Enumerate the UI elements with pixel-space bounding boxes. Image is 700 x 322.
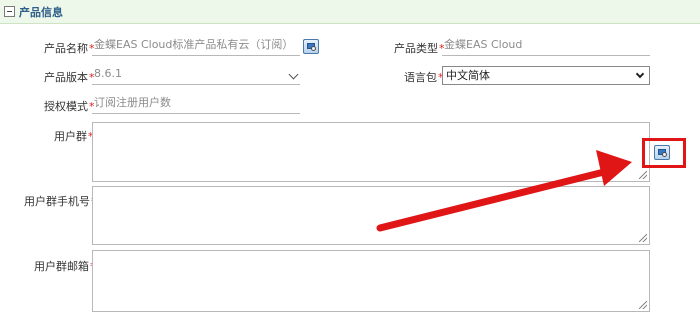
product-version-select[interactable]: 8.6.1: [92, 65, 300, 85]
resize-grip-icon[interactable]: [639, 301, 647, 309]
user-group-phone-label: 用户群手机号*: [24, 195, 97, 208]
product-name-value: 金蝶EAS Cloud标准产品私有云（订阅）: [94, 38, 294, 51]
product-name-label: 产品名称*: [44, 42, 95, 55]
user-group-label: 用户群*: [54, 130, 94, 143]
picker-dot: [311, 46, 316, 51]
minus-square-icon[interactable]: [4, 6, 15, 17]
user-group-email-label: 用户群邮箱*: [34, 260, 96, 273]
license-mode-label: 授权模式*: [44, 100, 95, 113]
user-group-phone-textarea[interactable]: [92, 186, 650, 245]
language-pack-label: 语言包*: [404, 71, 444, 84]
language-pack-value: 中文简体: [446, 69, 490, 82]
resize-grip-icon[interactable]: [639, 234, 647, 242]
language-pack-select[interactable]: 中文简体: [442, 66, 650, 85]
product-version-value: 8.6.1: [94, 67, 122, 80]
product-type-value: 金蝶EAS Cloud: [444, 38, 523, 51]
product-type-field[interactable]: 金蝶EAS Cloud: [442, 36, 650, 56]
license-mode-placeholder: 订阅注册用户数: [94, 96, 171, 109]
chevron-down-icon: [635, 69, 645, 79]
product-name-picker-button[interactable]: [303, 39, 319, 54]
product-name-field[interactable]: 金蝶EAS Cloud标准产品私有云（订阅）: [92, 36, 300, 56]
section-title: 产品信息: [19, 6, 63, 19]
user-group-textarea[interactable]: [92, 122, 650, 182]
license-mode-field[interactable]: 订阅注册用户数: [92, 94, 300, 114]
product-type-label: 产品类型*: [394, 42, 445, 55]
user-group-email-textarea[interactable]: [92, 250, 650, 312]
highlight-box: [642, 138, 686, 168]
product-version-label: 产品版本*: [44, 71, 95, 84]
section-header-product-info: 产品信息: [0, 0, 700, 24]
resize-grip-icon[interactable]: [639, 171, 647, 179]
